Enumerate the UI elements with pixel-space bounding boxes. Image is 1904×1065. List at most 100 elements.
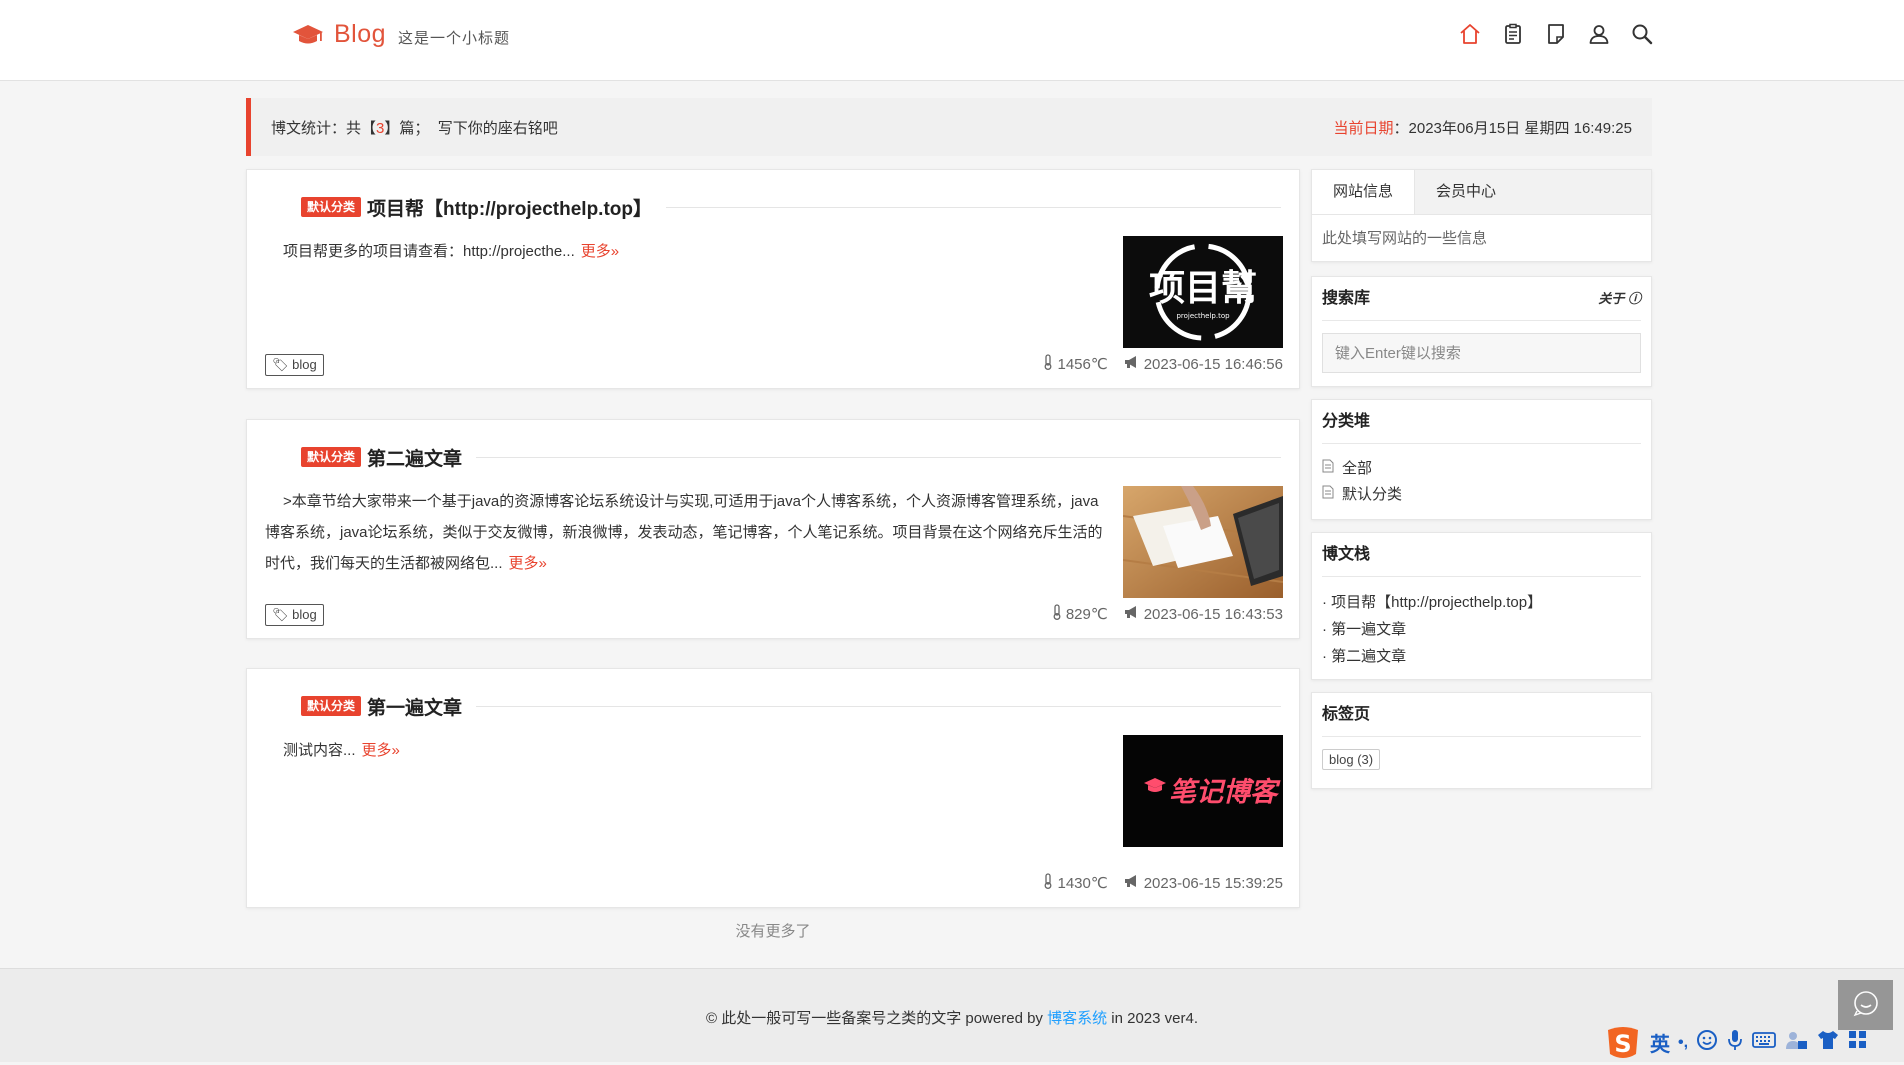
megaphone-icon — [1124, 355, 1140, 373]
post-list-label: 项目帮【http://projecthelp.top】 — [1331, 594, 1543, 611]
post-list-item[interactable]: · 第二遍文章 — [1322, 643, 1641, 670]
search-icon[interactable] — [1630, 22, 1654, 46]
info-icon: ⓘ — [1627, 291, 1641, 306]
search-title: 搜索库 关于 ⓘ — [1322, 277, 1641, 321]
stats-bar: 博文统计：共【3】篇； 写下你的座右铭吧 当前日期：2023年06月15日 星期… — [246, 98, 1652, 156]
chat-icon — [1852, 989, 1880, 1022]
post-thumbnail[interactable]: 笔记博客 — [1123, 735, 1283, 847]
tags-box: 标签页 blog (3) — [1311, 692, 1652, 789]
post-date: 2023-06-15 16:43:53 — [1143, 605, 1283, 623]
tab-site-info[interactable]: 网站信息 — [1312, 170, 1416, 214]
post-list-box: 博文栈 · 项目帮【http://projecthelp.top】 · 第一遍文… — [1311, 532, 1652, 680]
punctuation-toggle[interactable]: •, — [1678, 1034, 1688, 1052]
tag-list: blog (3) — [1312, 737, 1651, 782]
category-item-default[interactable]: 默认分类 — [1322, 482, 1641, 508]
sidebar-tabs: 网站信息 会员中心 — [1312, 170, 1651, 215]
thermometer-icon — [1043, 354, 1053, 374]
note-icon[interactable] — [1544, 22, 1568, 46]
post-stats: 博文统计：共【3】篇； 写下你的座右铭吧 — [271, 117, 558, 138]
search-input[interactable] — [1322, 333, 1641, 373]
clipboard-icon[interactable] — [1501, 22, 1525, 46]
category-label: 默认分类 — [1342, 486, 1403, 503]
stats-prefix: 博文统计：共【 — [271, 120, 377, 137]
document-icon — [1322, 456, 1334, 482]
category-badge[interactable]: 默认分类 — [301, 197, 362, 217]
post-list-label: 第二遍文章 — [1331, 648, 1407, 665]
tag-icon: 🏷︎ — [272, 357, 289, 372]
category-item-all[interactable]: 全部 — [1322, 456, 1641, 482]
post-title[interactable]: 项目帮【http://projecthelp.top】 — [367, 194, 652, 221]
about-label: 关于 — [1598, 291, 1625, 306]
post-list-label: 第一遍文章 — [1331, 621, 1407, 638]
tag-label: blog — [292, 357, 317, 372]
post-card: 默认分类 第二遍文章 >本章节给大家带来一个基于java的资源博客论坛系统设计与… — [246, 419, 1300, 639]
tab-member-center[interactable]: 会员中心 — [1415, 170, 1517, 214]
post-thumbnail[interactable] — [1123, 486, 1283, 598]
megaphone-icon — [1124, 605, 1140, 623]
post-list-title: 博文栈 — [1322, 533, 1641, 577]
emoji-icon[interactable] — [1696, 1029, 1718, 1056]
grid-menu-icon[interactable] — [1848, 1030, 1868, 1055]
chat-button[interactable] — [1838, 980, 1893, 1030]
sogou-logo-icon[interactable]: S — [1604, 1026, 1642, 1060]
microphone-icon[interactable] — [1726, 1029, 1744, 1056]
post-thumbnail[interactable]: 项目幫 projecthelp.top — [1123, 236, 1283, 348]
stats-suffix: 】篇； 写下你的座右铭吧 — [384, 120, 558, 137]
search-box: 搜索库 关于 ⓘ — [1311, 276, 1652, 387]
category-badge[interactable]: 默认分类 — [301, 447, 362, 467]
tags-title: 标签页 — [1322, 693, 1641, 737]
footer-prefix: © 此处一般可写一些备案号之类的文字 powered by — [705, 1010, 1048, 1027]
view-count: 1430℃ — [1057, 875, 1108, 892]
category-box: 分类堆 全部 默认分类 — [1311, 399, 1652, 520]
post-excerpt: >本章节给大家带来一个基于java的资源博客论坛系统设计与实现,可适用于java… — [265, 486, 1107, 579]
date-value: ：2023年06月15日 星期四 16:49:25 — [1393, 120, 1632, 137]
read-more-link[interactable]: 更多» — [509, 555, 547, 572]
post-meta: 829℃ 2023-06-15 16:43:53 — [1052, 604, 1283, 624]
thermometer-icon — [1052, 604, 1062, 624]
category-title: 分类堆 — [1322, 400, 1641, 444]
post-meta: 1430℃ 2023-06-15 15:39:25 — [1043, 873, 1283, 893]
post-card: 默认分类 项目帮【http://projecthelp.top】 项目帮更多的项… — [246, 169, 1300, 389]
no-more-text: 没有更多了 — [735, 923, 811, 940]
ime-toolbar: S 英 •, — [1604, 1024, 1868, 1061]
footer-link[interactable]: 博客系统 — [1047, 1010, 1107, 1027]
site-info-box: 网站信息 会员中心 此处填写网站的一些信息 — [1311, 169, 1652, 262]
post-date: 2023-06-15 15:39:25 — [1143, 874, 1283, 892]
tag-chip[interactable]: blog (3) — [1322, 749, 1381, 770]
site-subtitle: 这是一个小标题 — [398, 30, 511, 47]
post-card: 默认分类 第一遍文章 测试内容... 更多» 笔记博客 1430℃ 2023-06… — [246, 668, 1300, 908]
post-title-row: 默认分类 第一遍文章 — [265, 691, 1281, 721]
about-link[interactable]: 关于 ⓘ — [1598, 277, 1641, 320]
category-label: 全部 — [1342, 460, 1373, 477]
post-list-item[interactable]: · 第一遍文章 — [1322, 616, 1641, 643]
top-header: Blog 这是一个小标题 — [0, 0, 1904, 81]
category-badge[interactable]: 默认分类 — [301, 696, 362, 716]
post-list-item[interactable]: · 项目帮【http://projecthelp.top】 — [1322, 589, 1641, 616]
post-title[interactable]: 第二遍文章 — [367, 444, 462, 471]
site-logo[interactable]: Blog 这是一个小标题 — [292, 20, 510, 49]
site-info-text: 此处填写网站的一些信息 — [1322, 230, 1488, 247]
skin-shirt-icon[interactable] — [1816, 1029, 1840, 1056]
post-title-row: 默认分类 项目帮【http://projecthelp.top】 — [265, 192, 1281, 222]
megaphone-icon — [1124, 874, 1140, 892]
user-icon[interactable] — [1587, 22, 1611, 46]
read-more-link[interactable]: 更多» — [581, 243, 619, 260]
post-title[interactable]: 第一遍文章 — [367, 693, 462, 720]
post-tag[interactable]: 🏷︎ blog — [265, 354, 324, 376]
keyboard-icon[interactable] — [1752, 1031, 1776, 1054]
home-icon[interactable] — [1458, 22, 1482, 46]
post-tag[interactable]: 🏷︎ blog — [265, 604, 324, 626]
svg-text:S: S — [1614, 1030, 1631, 1058]
graduation-cap-icon — [292, 24, 324, 46]
excerpt-text: 项目帮更多的项目请查看：http://projecthe... — [283, 243, 575, 260]
post-title-row: 默认分类 第二遍文章 — [265, 442, 1281, 472]
read-more-link[interactable]: 更多» — [362, 742, 400, 759]
user-settings-icon[interactable] — [1784, 1029, 1808, 1056]
ime-lang-toggle[interactable]: 英 — [1650, 1028, 1670, 1057]
excerpt-text: >本章节给大家带来一个基于java的资源博客论坛系统设计与实现,可适用于java… — [265, 493, 1103, 572]
tag-icon: 🏷︎ — [272, 607, 289, 622]
category-list: 全部 默认分类 — [1312, 444, 1651, 520]
view-count: 829℃ — [1065, 606, 1108, 623]
top-nav — [1458, 22, 1654, 46]
search-title-text: 搜索库 — [1322, 290, 1371, 307]
